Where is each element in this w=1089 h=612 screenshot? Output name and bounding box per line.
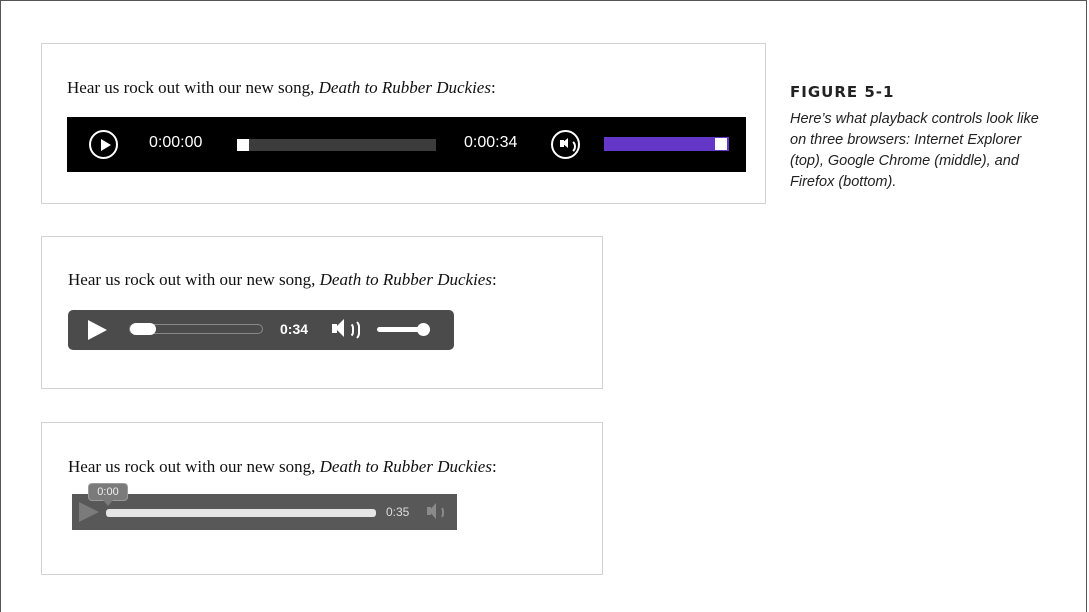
chrome-example-panel: Hear us rock out with our new song, Deat… — [41, 236, 603, 389]
ie-audio-player: 0:00:00 0:00:34 — [67, 117, 746, 172]
firefox-sentence: Hear us rock out with our new song, Deat… — [68, 457, 497, 477]
sentence-suffix: : — [491, 457, 497, 476]
sentence-suffix: : — [490, 78, 496, 97]
firefox-seek-bar[interactable] — [106, 509, 376, 517]
firefox-example-panel: Hear us rock out with our new song, Deat… — [41, 422, 603, 575]
firefox-audio-player: 0:00 0:35 — [72, 483, 457, 530]
figure-label: FIGURE 5-1 — [790, 83, 895, 101]
ie-volume-thumb[interactable] — [715, 138, 727, 150]
ie-example-panel: Hear us rock out with our new song, Deat… — [41, 43, 766, 204]
ie-duration: 0:00:34 — [464, 134, 518, 151]
sentence-suffix: : — [491, 270, 497, 289]
sentence-prefix: Hear us rock out with our new song, — [68, 270, 320, 289]
sentence-prefix: Hear us rock out with our new song, — [68, 457, 320, 476]
song-title: Death to Rubber Duckies — [318, 78, 491, 97]
sentence-prefix: Hear us rock out with our new song, — [67, 78, 319, 97]
chrome-volume-slider[interactable] — [377, 323, 430, 336]
chrome-seek-bar[interactable] — [129, 323, 263, 335]
ie-seek-thumb[interactable] — [237, 139, 249, 151]
firefox-time-tooltip: 0:00 — [88, 483, 128, 506]
song-title: Death to Rubber Duckies — [319, 457, 492, 476]
play-button-icon[interactable] — [89, 130, 118, 159]
figure-caption: Here’s what playback controls look like … — [790, 111, 1039, 190]
song-title: Death to Rubber Duckies — [319, 270, 492, 289]
play-button-icon[interactable] — [88, 320, 107, 340]
chrome-seek-thumb[interactable] — [130, 323, 156, 335]
chrome-time: 0:34 — [280, 321, 309, 337]
play-button-icon[interactable] — [79, 502, 99, 522]
volume-button-icon[interactable] — [551, 130, 580, 159]
ie-volume-slider[interactable] — [604, 137, 729, 151]
chrome-volume-thumb[interactable] — [417, 323, 430, 336]
ie-seek-bar[interactable] — [237, 139, 436, 151]
chrome-sentence: Hear us rock out with our new song, Deat… — [68, 270, 497, 290]
chrome-audio-player: 0:34 — [68, 310, 454, 350]
ie-sentence: Hear us rock out with our new song, Deat… — [67, 78, 496, 98]
firefox-duration: 0:35 — [386, 505, 410, 519]
ie-current-time: 0:00:00 — [149, 134, 203, 151]
